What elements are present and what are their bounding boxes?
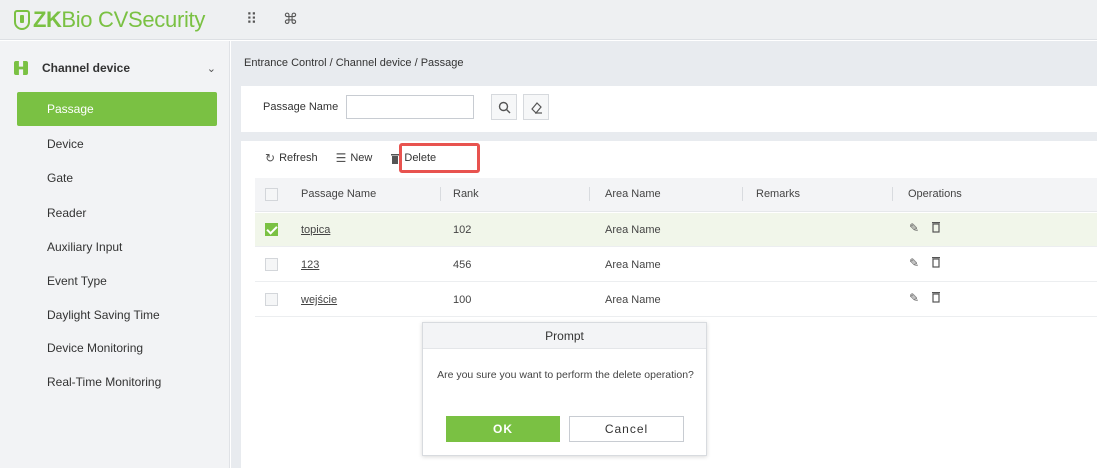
search-button[interactable] [491,94,517,120]
channel-device-icon [14,61,28,75]
edit-icon[interactable]: ✎ [909,256,919,270]
search-panel: Passage Name [241,86,1097,132]
edit-icon[interactable]: ✎ [909,221,919,235]
add-icon: ☰ [335,151,347,165]
dialog-message: Are you sure you want to perform the del… [437,369,694,381]
column-header-area-name[interactable]: Area Name [605,188,661,200]
sidebar-item-gate[interactable]: Gate [17,161,217,195]
table-row[interactable]: wejście 100 Area Name ✎ [255,283,1097,317]
chevron-down-icon: ⌄ [206,62,216,75]
confirm-dialog: Prompt Are you sure you want to perform … [422,322,707,456]
breadcrumb: Entrance Control / Channel device / Pass… [244,57,464,69]
column-divider [440,187,441,201]
column-header-remarks[interactable]: Remarks [756,188,800,200]
eraser-icon [530,101,542,114]
trash-icon[interactable] [931,221,941,233]
table-row[interactable]: topica 102 Area Name ✎ [255,213,1097,247]
new-label: New [350,152,373,164]
row-checkbox[interactable] [265,223,278,236]
command-icon[interactable]: ⌘ [283,10,298,28]
refresh-icon: ↻ [265,151,276,165]
column-divider [742,187,743,201]
select-all-checkbox[interactable] [265,188,278,201]
column-divider [892,187,893,201]
rank-cell: 100 [453,294,472,306]
passage-name-label: Passage Name [263,101,339,113]
column-divider [589,187,590,201]
sidebar-module-label: Channel device [42,61,131,75]
refresh-button[interactable]: ↻ Refresh [265,151,318,165]
sidebar-item-reader[interactable]: Reader [17,196,217,230]
top-bar: ZK Bio CVSecurity ⠿ ⌘ [0,0,1097,40]
grid-menu-icon[interactable]: ⠿ [246,10,257,28]
row-checkbox[interactable] [265,258,278,271]
rank-cell: 456 [453,259,472,271]
area-name-cell: Area Name [605,224,661,236]
sidebar: Channel device ⌄ Passage Device Gate Rea… [0,41,230,468]
clear-button[interactable] [523,94,549,120]
cancel-button[interactable]: Cancel [569,416,684,442]
app-logo[interactable]: ZK Bio CVSecurity [14,6,205,34]
area-name-cell: Area Name [605,259,661,271]
table-row[interactable]: 123 456 Area Name ✎ [255,248,1097,282]
rank-cell: 102 [453,224,472,236]
sidebar-module-header[interactable]: Channel device ⌄ [10,53,222,83]
column-header-rank[interactable]: Rank [453,188,479,200]
passage-name-link[interactable]: wejście [301,294,337,306]
trash-icon[interactable] [931,256,941,268]
sidebar-item-device-monitoring[interactable]: Device Monitoring [17,331,217,365]
sidebar-item-daylight-saving-time[interactable]: Daylight Saving Time [17,298,217,332]
column-header-operations: Operations [908,188,962,200]
sidebar-item-event-type[interactable]: Event Type [17,264,217,298]
passage-name-link[interactable]: topica [301,224,330,236]
passage-name-link[interactable]: 123 [301,259,319,271]
sidebar-item-passage[interactable]: Passage [17,92,217,126]
delete-highlight-box [399,143,480,173]
logo-text-zk: ZK [33,7,62,32]
sidebar-item-real-time-monitoring[interactable]: Real-Time Monitoring [17,365,217,399]
search-icon [498,101,510,113]
dialog-title: Prompt [423,323,706,349]
edit-icon[interactable]: ✎ [909,291,919,305]
row-checkbox[interactable] [265,293,278,306]
trash-icon[interactable] [931,291,941,303]
table-header: Passage Name Rank Area Name Remarks Oper… [255,178,1097,212]
sidebar-item-device[interactable]: Device [17,127,217,161]
column-header-passage-name[interactable]: Passage Name [301,188,376,200]
refresh-label: Refresh [279,152,318,164]
passage-name-input[interactable] [346,95,474,119]
sidebar-item-auxiliary-input[interactable]: Auxiliary Input [17,230,217,264]
area-name-cell: Area Name [605,294,661,306]
ok-button[interactable]: OK [446,416,560,442]
logo-text-rest: Bio CVSecurity [61,7,206,32]
new-button[interactable]: ☰ New [336,151,373,165]
shield-icon [14,10,30,30]
